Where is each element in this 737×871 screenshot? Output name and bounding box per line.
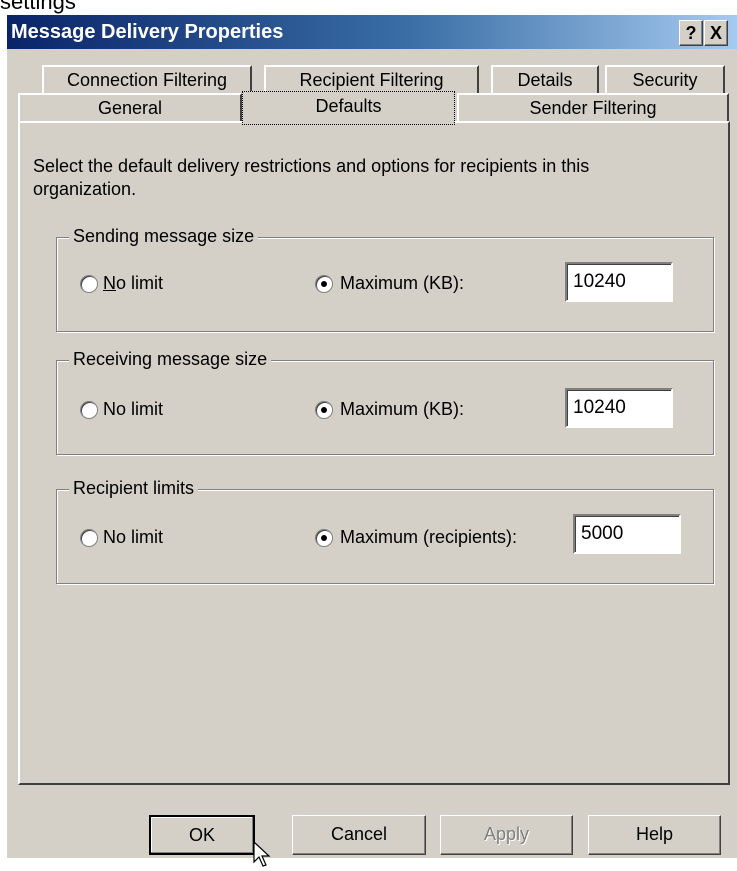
title-bar[interactable]: Message Delivery Properties ? X xyxy=(7,15,737,49)
receiving-maximum-input[interactable] xyxy=(565,388,673,428)
sending-maximum-input[interactable] xyxy=(565,262,673,302)
recipient-maximum-label[interactable]: Maximum (recipients): xyxy=(340,526,517,548)
page-header-fragment: settings xyxy=(0,0,76,14)
receiving-maximum-label[interactable]: Maximum (KB): xyxy=(340,398,464,420)
receiving-no-limit-label[interactable]: No limit xyxy=(103,398,163,420)
apply-button[interactable]: Apply xyxy=(440,815,573,855)
recipient-limits-legend: Recipient limits xyxy=(69,476,199,500)
receiving-maximum-radio[interactable] xyxy=(315,401,333,419)
help-icon[interactable]: ? xyxy=(679,20,703,46)
sending-group-legend: Sending message size xyxy=(69,224,259,248)
sending-no-limit-label[interactable]: No limit xyxy=(103,272,163,294)
ok-button[interactable]: OK xyxy=(149,815,255,855)
receiving-group-legend: Receiving message size xyxy=(69,347,272,371)
sending-maximum-radio[interactable] xyxy=(315,275,333,293)
sending-no-limit-radio[interactable] xyxy=(80,275,98,293)
intro-text: Select the default delivery restrictions… xyxy=(33,156,590,199)
tab-security[interactable]: Security xyxy=(605,65,725,95)
recipient-maximum-input[interactable] xyxy=(573,514,681,554)
cancel-button[interactable]: Cancel xyxy=(292,815,426,855)
help-button[interactable]: Help xyxy=(588,815,721,855)
close-icon[interactable]: X xyxy=(704,20,728,46)
tab-general[interactable]: General xyxy=(18,93,242,123)
sending-maximum-label[interactable]: Maximum (KB): xyxy=(340,272,464,294)
tab-sender-filtering[interactable]: Sender Filtering xyxy=(457,93,729,123)
message-delivery-properties-dialog: Message Delivery Properties ? X Connecti… xyxy=(6,14,737,867)
tab-details[interactable]: Details xyxy=(491,65,599,95)
recipient-maximum-radio[interactable] xyxy=(315,529,333,547)
recipient-no-limit-radio[interactable] xyxy=(80,529,98,547)
window-title: Message Delivery Properties xyxy=(11,21,284,43)
tab-connection-filtering[interactable]: Connection Filtering xyxy=(42,65,252,95)
mouse-pointer-icon xyxy=(253,841,271,867)
receiving-no-limit-radio[interactable] xyxy=(80,401,98,419)
tab-defaults[interactable]: Defaults xyxy=(242,91,455,125)
recipient-no-limit-label[interactable]: No limit xyxy=(103,526,163,548)
